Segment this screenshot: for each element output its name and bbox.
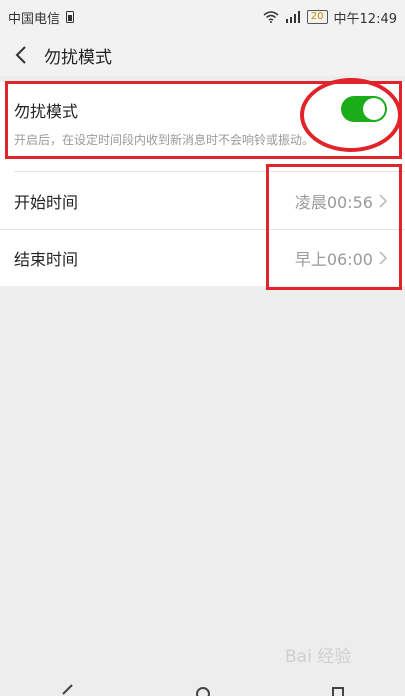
page-title: 勿扰模式 (44, 47, 112, 68)
watermark: Bai 经验 (285, 647, 352, 667)
end-time-value: 早上06:00 (294, 250, 373, 269)
back-arrow-icon (15, 46, 26, 64)
start-time-value-group: 凌晨00:56 (295, 189, 387, 213)
signal-icon (285, 11, 300, 23)
status-right: 20 中午12:49 (263, 8, 397, 27)
back-button[interactable] (8, 42, 34, 68)
title-bar: 勿扰模式 (0, 34, 405, 76)
nav-bar (0, 676, 405, 696)
nav-back-icon[interactable] (60, 684, 76, 696)
wifi-icon (263, 11, 279, 23)
dnd-description: 开启后，在设定时间段内收到新消息时不会响铃或振动。 (14, 133, 315, 147)
carrier-label: 中国电信 (8, 11, 61, 27)
end-time-value-group: 早上06:00 (295, 246, 387, 270)
chevron-right-icon (379, 193, 387, 208)
chevron-right-icon (379, 251, 387, 265)
dnd-title: 勿扰模式 (14, 102, 79, 121)
status-left: 中国电信 (8, 8, 75, 27)
dnd-card: 勿扰模式 开启后，在设定时间段内收到新消息时不会响铃或振动。 (0, 82, 405, 174)
start-time-label: 开始时间 (14, 192, 79, 212)
battery-icon: 20 (306, 10, 328, 24)
battery-level: 20 (310, 11, 324, 22)
dnd-toggle[interactable] (341, 96, 387, 122)
end-time-label: 结束时间 (14, 250, 79, 269)
start-time-row[interactable]: 开始时间 凌晨00:56 (0, 172, 405, 229)
start-time-value: 凌晨00:56 (294, 192, 373, 212)
nav-home-icon[interactable] (195, 684, 211, 696)
nav-recent-icon[interactable] (330, 684, 346, 696)
end-time-row[interactable]: 结束时间 早上06:00 (0, 229, 405, 286)
status-bar: 中国电信 20 中午12:49 (0, 0, 405, 34)
toggle-knob (363, 98, 385, 120)
clock: 中午12:49 (333, 11, 397, 27)
time-rows: 开始时间 凌晨00:56 结束时间 早上06:00 (0, 172, 405, 286)
sim-icon (66, 11, 75, 23)
